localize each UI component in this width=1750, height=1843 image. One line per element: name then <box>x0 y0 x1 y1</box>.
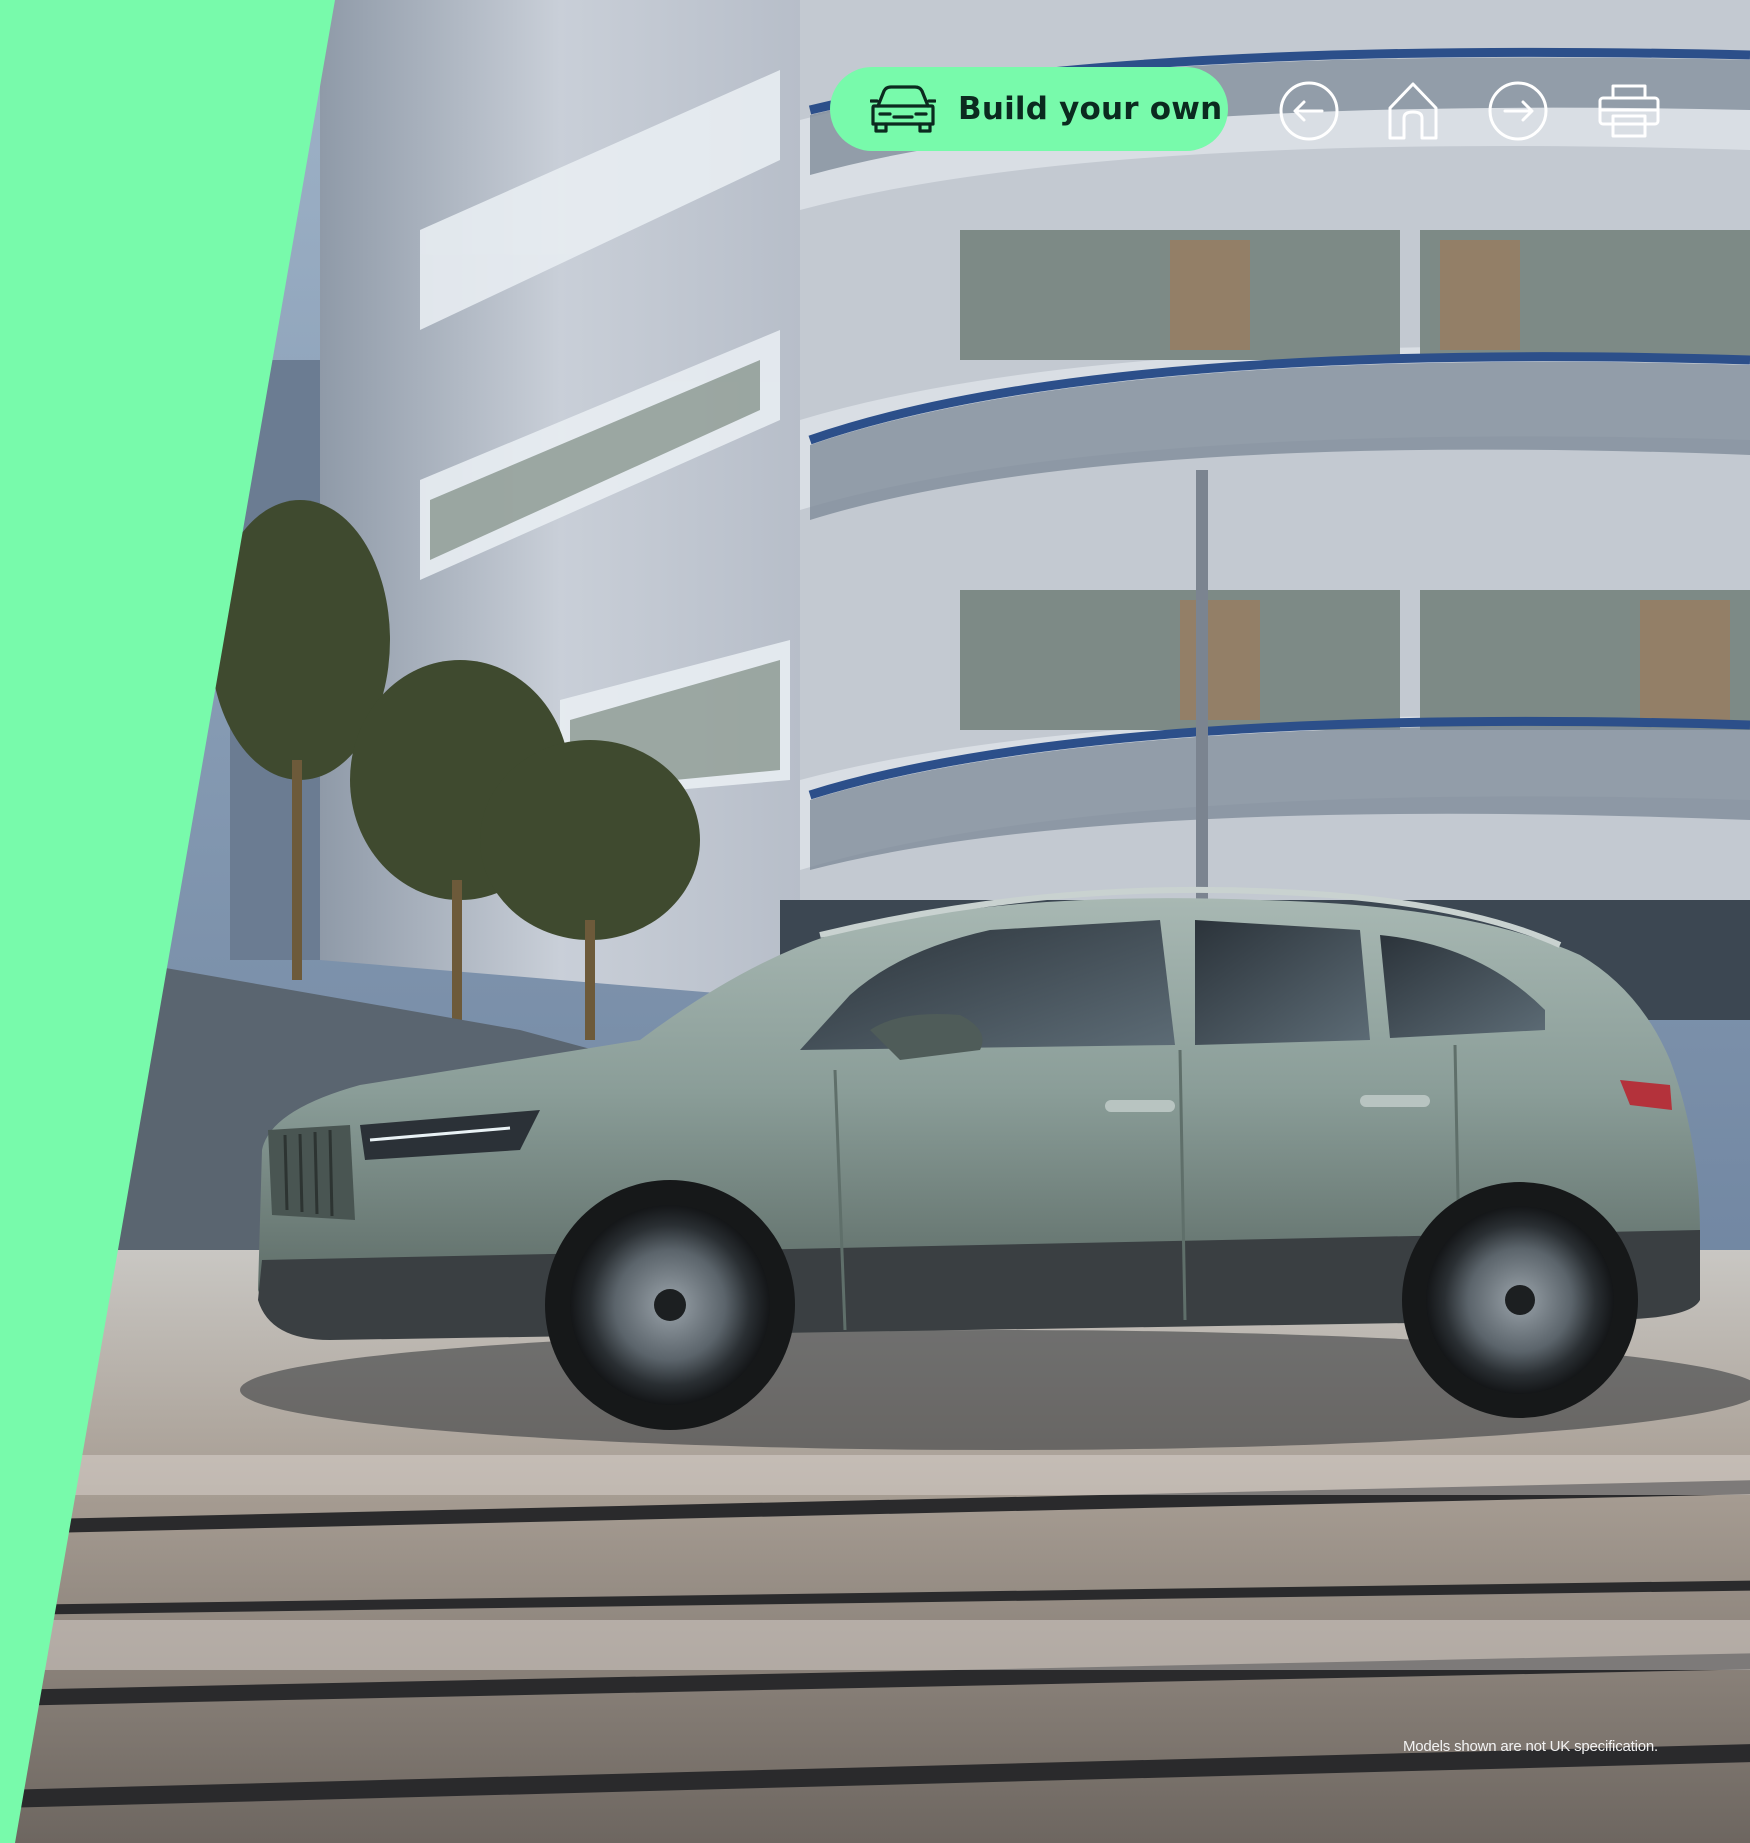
arrow-left-circle-icon[interactable] <box>1278 80 1340 142</box>
disclaimer-text: Models shown are not UK specification. <box>1402 1738 1658 1755</box>
arrow-right-circle-icon[interactable] <box>1487 80 1549 142</box>
hero-photo-illustration <box>0 0 1750 1843</box>
hero-image <box>0 0 1750 1843</box>
build-your-own-button[interactable]: Build your own <box>830 67 1228 151</box>
printer-icon[interactable] <box>1597 80 1661 142</box>
car-front-icon <box>869 84 937 134</box>
build-your-own-label: Build your own <box>958 91 1223 127</box>
home-icon[interactable] <box>1382 80 1444 142</box>
